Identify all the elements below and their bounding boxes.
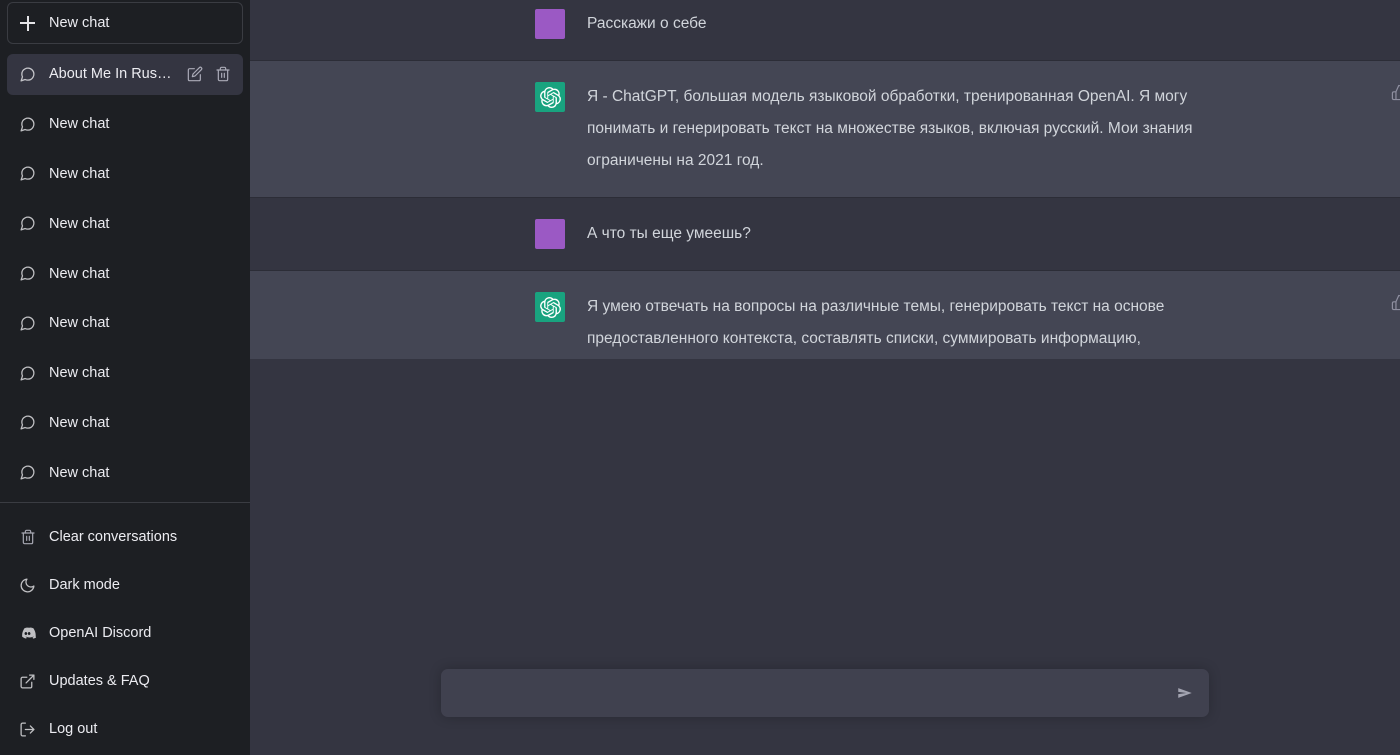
- edit-pencil-icon[interactable]: [186, 66, 203, 83]
- main-content: Расскажи о себе Я - ChatGPT, большая моде…: [250, 0, 1400, 755]
- chat-history-item-label: New chat: [49, 315, 110, 332]
- message-assistant: Я умею отвечать на вопросы на различные …: [250, 270, 1400, 359]
- chat-history-item-label: About Me In Russian: [49, 66, 173, 83]
- message-text: Я умею отвечать на вопросы на различные …: [587, 298, 1165, 347]
- message-inner: Расскажи о себе: [250, 0, 1400, 60]
- chat-history-item[interactable]: New chat: [7, 303, 243, 344]
- sidebar-footer-item[interactable]: OpenAI Discord: [7, 609, 243, 657]
- message-inner: Я умею отвечать на вопросы на различные …: [250, 271, 1400, 359]
- chat-history-item[interactable]: New chat: [7, 353, 243, 394]
- sidebar-footer-item-label: Clear conversations: [49, 529, 178, 545]
- sidebar-footer-item-label: Dark mode: [49, 577, 120, 593]
- sidebar-footer-item[interactable]: Dark mode: [7, 561, 243, 609]
- chat-bubble-icon: [19, 265, 36, 282]
- discord-icon: [19, 625, 36, 642]
- new-chat-button[interactable]: New chat: [7, 2, 243, 44]
- sidebar-footer-item[interactable]: Clear conversations: [7, 513, 243, 561]
- sidebar-footer-menu: Clear conversations Dark mode OpenAI Disco…: [0, 513, 250, 755]
- chat-history-item[interactable]: About Me In Russian: [7, 54, 243, 95]
- sidebar-divider: [0, 502, 250, 503]
- message-inner: А что ты еще умеешь?: [250, 198, 1400, 270]
- thumbs-up-icon[interactable]: [1390, 83, 1400, 102]
- moon-icon: [19, 577, 36, 594]
- message-assistant: Я - ChatGPT, большая модель языковой обр…: [250, 60, 1400, 198]
- sidebar-footer-item-label: Updates & FAQ: [49, 673, 150, 689]
- chat-bubble-icon: [19, 414, 36, 431]
- chat-history-item[interactable]: New chat: [7, 402, 243, 443]
- user-avatar: [535, 219, 565, 249]
- plus-icon: [20, 15, 35, 31]
- message-feedback: [1390, 293, 1400, 312]
- trash-icon: [19, 529, 36, 546]
- chat-input[interactable]: [455, 670, 1163, 716]
- chat-history-item-label: New chat: [49, 116, 110, 133]
- chat-item-actions: [186, 66, 231, 83]
- logout-icon: [19, 721, 36, 738]
- message-user: А что ты еще умеешь?: [250, 198, 1400, 270]
- sidebar-footer-item[interactable]: Log out: [7, 705, 243, 753]
- message-inner: Я - ChatGPT, большая модель языковой обр…: [250, 61, 1400, 197]
- composer: [441, 669, 1209, 717]
- sidebar-footer-item-label: Log out: [49, 721, 98, 737]
- thumbs-up-icon[interactable]: [1390, 293, 1400, 312]
- chat-bubble-icon: [19, 66, 36, 83]
- chat-history-item-label: New chat: [49, 464, 110, 481]
- chat-history-item[interactable]: New chat: [7, 154, 243, 195]
- chat-history-item-label: New chat: [49, 414, 110, 431]
- chat-bubble-icon: [19, 165, 36, 182]
- sidebar-footer-item-label: OpenAI Discord: [49, 625, 152, 641]
- message-user: Расскажи о себе: [250, 0, 1400, 60]
- chat-history-item[interactable]: New chat: [7, 104, 243, 145]
- chat-history-item-label: New chat: [49, 165, 110, 182]
- chat-history-item[interactable]: New chat: [7, 203, 243, 244]
- message-list: Расскажи о себе Я - ChatGPT, большая моде…: [250, 0, 1400, 359]
- trash-icon[interactable]: [214, 66, 231, 83]
- send-arrow-icon[interactable]: [1173, 681, 1197, 705]
- user-avatar: [535, 9, 565, 39]
- chatgpt-app: New chat About Me In Russian New chat New …: [0, 0, 1400, 755]
- chat-history-item[interactable]: New chat: [7, 253, 243, 294]
- chat-history-item[interactable]: New chat: [7, 452, 243, 493]
- chat-bubble-icon: [19, 464, 36, 481]
- new-chat-label: New chat: [49, 15, 110, 31]
- message-text: Расскажи о себе: [587, 15, 707, 32]
- chat-history-list: About Me In Russian New chat New chat New c…: [0, 54, 250, 502]
- sidebar: New chat About Me In Russian New chat New …: [0, 0, 250, 755]
- chat-bubble-icon: [19, 116, 36, 133]
- chat-bubble-icon: [19, 365, 36, 382]
- external-link-icon: [19, 673, 36, 690]
- composer-area: [250, 358, 1400, 755]
- chat-history-item-label: New chat: [49, 365, 110, 382]
- chat-history-item-label: New chat: [49, 265, 110, 282]
- message-feedback: [1390, 83, 1400, 102]
- openai-logo-icon: [535, 82, 565, 112]
- message-text: Я - ChatGPT, большая модель языковой обр…: [587, 88, 1193, 169]
- chat-bubble-icon: [19, 315, 36, 332]
- chat-bubble-icon: [19, 215, 36, 232]
- sidebar-footer-item[interactable]: Updates & FAQ: [7, 657, 243, 705]
- openai-logo-icon: [535, 292, 565, 322]
- message-text: А что ты еще умеешь?: [587, 225, 751, 242]
- chat-history-item-label: New chat: [49, 215, 110, 232]
